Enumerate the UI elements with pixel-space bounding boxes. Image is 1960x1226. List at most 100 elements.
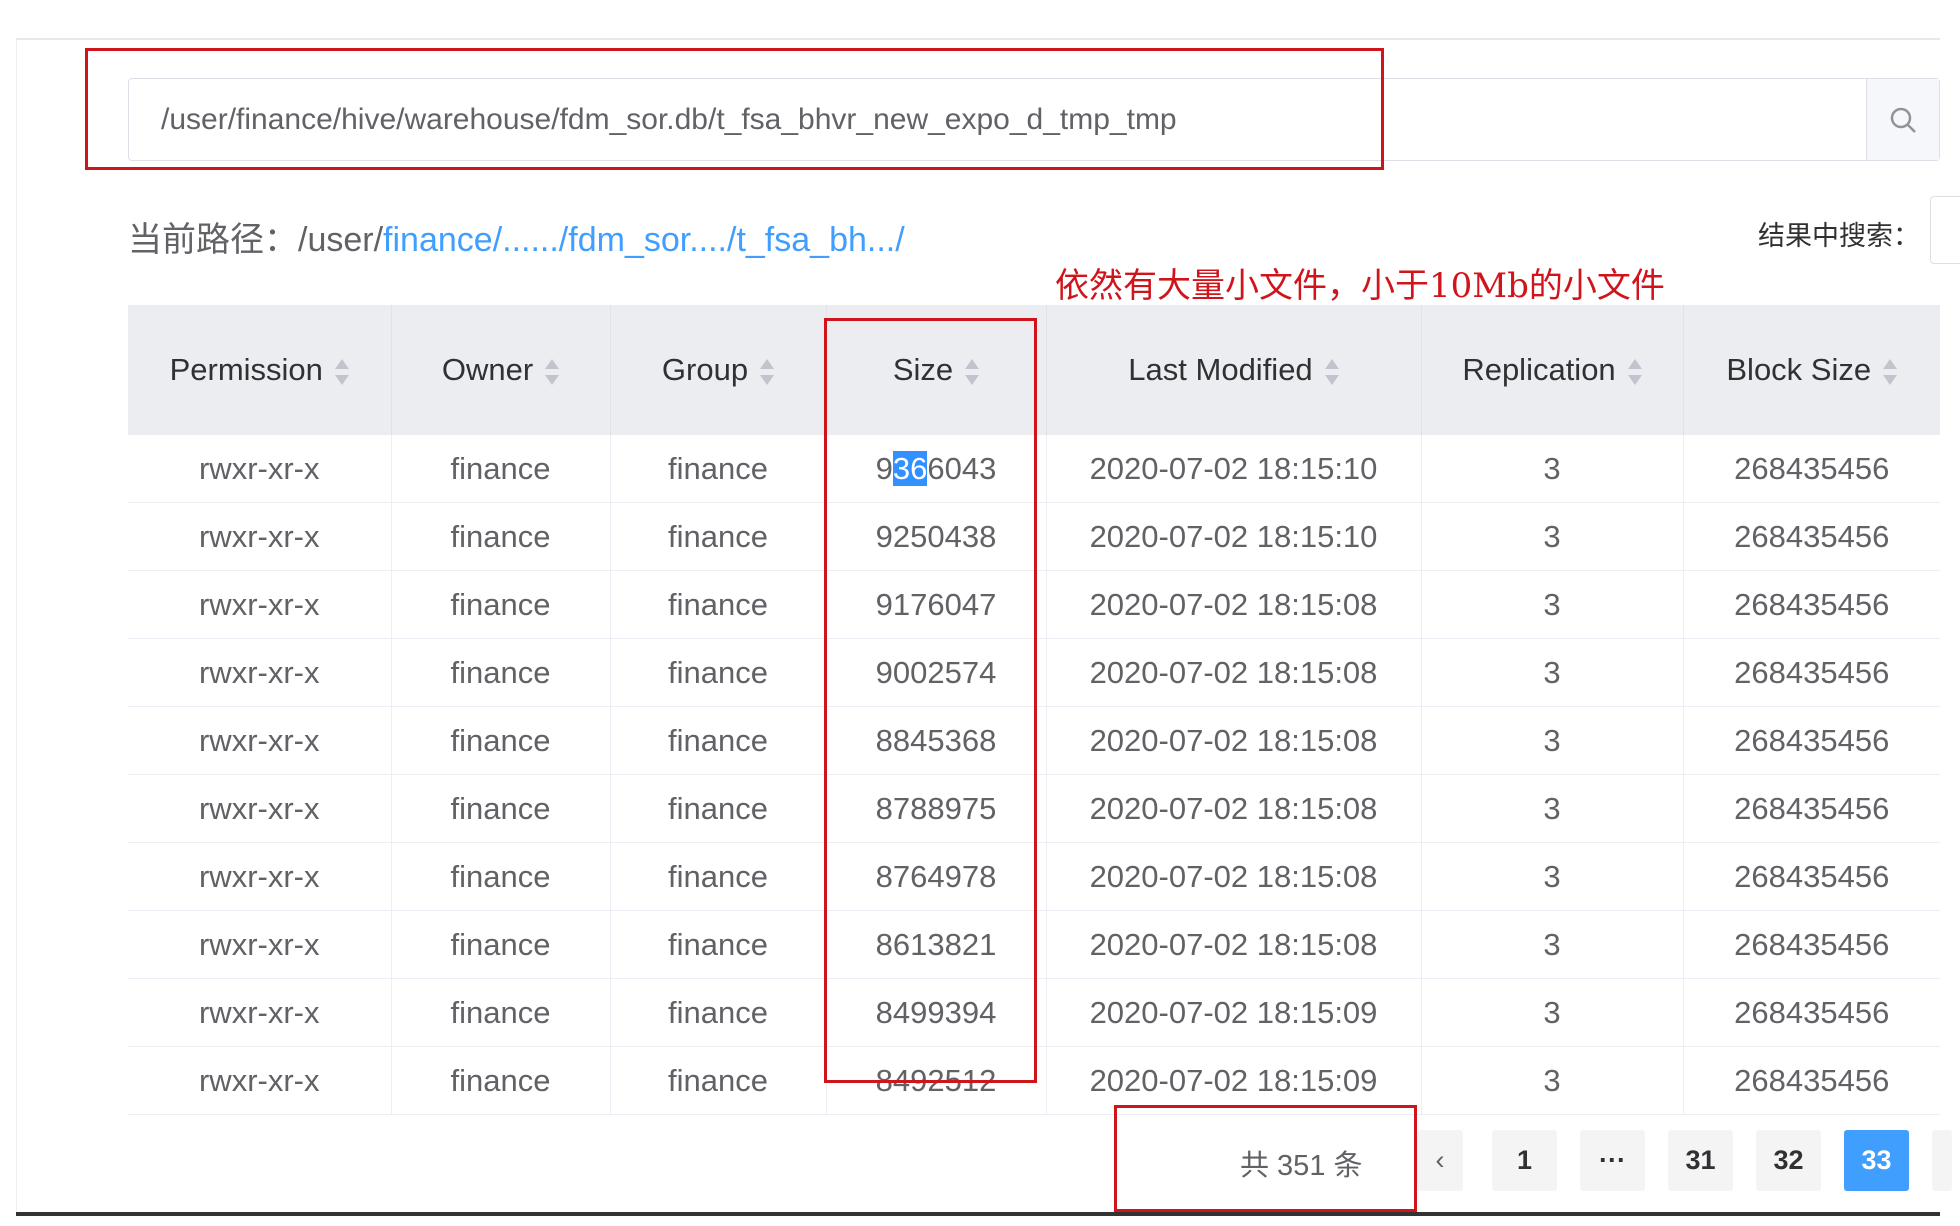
cell-last-modified: 2020-07-02 18:15:08	[1046, 570, 1422, 639]
page-button-31[interactable]: 31	[1668, 1130, 1733, 1191]
annotation-box-size	[824, 318, 1037, 1083]
cell-block-size: 268435456	[1683, 978, 1940, 1047]
annotation-note: 依然有大量小文件，小于10Mb的小文件	[1055, 266, 1665, 306]
sort-icon[interactable]	[1883, 357, 1898, 387]
next-page-button[interactable]	[1932, 1130, 1952, 1191]
cell-block-size: 268435456	[1683, 910, 1940, 979]
cell-replication: 3	[1421, 1046, 1684, 1115]
cell-owner: finance	[391, 502, 611, 571]
cell-permission: rwxr-xr-x	[128, 1046, 392, 1115]
cell-owner: finance	[391, 842, 611, 911]
breadcrumb-label: 当前路径：	[128, 221, 298, 259]
filter-label: 结果中搜索：	[1758, 221, 1920, 251]
cell-group: finance	[610, 978, 827, 1047]
breadcrumb-ellipsis[interactable]: /....../	[493, 221, 569, 259]
cell-last-modified: 2020-07-02 18:15:08	[1046, 842, 1422, 911]
cell-owner: finance	[391, 978, 611, 1047]
annotation-box-total	[1114, 1105, 1417, 1212]
bottom-divider	[16, 1212, 1940, 1216]
cell-owner: finance	[391, 638, 611, 707]
column-label: Permission	[169, 352, 323, 387]
cell-last-modified: 2020-07-02 18:15:08	[1046, 910, 1422, 979]
page-button-1[interactable]: 1	[1492, 1130, 1557, 1191]
cell-group: finance	[610, 638, 827, 707]
cell-owner: finance	[391, 774, 611, 843]
cell-last-modified: 2020-07-02 18:15:10	[1046, 435, 1422, 503]
search-button[interactable]	[1866, 79, 1939, 160]
cell-group: finance	[610, 774, 827, 843]
sort-icon[interactable]	[545, 357, 560, 387]
column-label: Replication	[1462, 352, 1616, 387]
cell-last-modified: 2020-07-02 18:15:09	[1046, 978, 1422, 1047]
breadcrumb-finance[interactable]: finance	[383, 221, 493, 259]
cell-replication: 3	[1421, 435, 1684, 503]
cell-replication: 3	[1421, 978, 1684, 1047]
top-divider	[16, 38, 1940, 40]
cell-permission: rwxr-xr-x	[128, 706, 392, 775]
column-header-last-modified[interactable]: Last Modified	[1046, 305, 1422, 435]
cell-replication: 3	[1421, 910, 1684, 979]
left-divider	[16, 38, 17, 1215]
breadcrumb-root: /user/	[298, 221, 384, 259]
cell-last-modified: 2020-07-02 18:15:10	[1046, 502, 1422, 571]
cell-replication: 3	[1421, 706, 1684, 775]
column-header-permission[interactable]: Permission	[128, 305, 392, 435]
column-label: Group	[661, 352, 749, 387]
cell-permission: rwxr-xr-x	[128, 774, 392, 843]
column-label: Owner	[441, 352, 534, 387]
column-header-owner[interactable]: Owner	[391, 305, 611, 435]
cell-group: finance	[610, 842, 827, 911]
cell-last-modified: 2020-07-02 18:15:08	[1046, 774, 1422, 843]
cell-owner: finance	[391, 435, 611, 503]
prev-page-button[interactable]: ‹	[1417, 1130, 1463, 1191]
cell-block-size: 268435456	[1683, 502, 1940, 571]
cell-block-size: 268435456	[1683, 842, 1940, 911]
cell-permission: rwxr-xr-x	[128, 910, 392, 979]
column-label: Block Size	[1726, 352, 1872, 387]
cell-replication: 3	[1421, 638, 1684, 707]
sort-icon[interactable]	[760, 357, 775, 387]
filter-input[interactable]	[1930, 196, 1960, 264]
sort-icon[interactable]	[1627, 357, 1642, 387]
cell-group: finance	[610, 910, 827, 979]
annotation-box-path	[85, 48, 1384, 170]
page-ellipsis-button[interactable]: ···	[1580, 1130, 1645, 1191]
cell-permission: rwxr-xr-x	[128, 435, 392, 503]
cell-permission: rwxr-xr-x	[128, 842, 392, 911]
column-header-block-size[interactable]: Block Size	[1683, 305, 1940, 435]
cell-replication: 3	[1421, 502, 1684, 571]
cell-replication: 3	[1421, 842, 1684, 911]
cell-owner: finance	[391, 706, 611, 775]
cell-permission: rwxr-xr-x	[128, 502, 392, 571]
cell-block-size: 268435456	[1683, 435, 1940, 503]
cell-last-modified: 2020-07-02 18:15:08	[1046, 706, 1422, 775]
cell-block-size: 268435456	[1683, 774, 1940, 843]
breadcrumb-fdm-sor[interactable]: fdm_sor..../	[568, 221, 736, 259]
page-button-32[interactable]: 32	[1756, 1130, 1821, 1191]
cell-group: finance	[610, 706, 827, 775]
cell-permission: rwxr-xr-x	[128, 570, 392, 639]
cell-block-size: 268435456	[1683, 570, 1940, 639]
sort-icon[interactable]	[1324, 357, 1339, 387]
breadcrumb-table[interactable]: t_fsa_bh.../	[736, 221, 904, 259]
cell-replication: 3	[1421, 570, 1684, 639]
cell-replication: 3	[1421, 774, 1684, 843]
cell-owner: finance	[391, 910, 611, 979]
column-header-group[interactable]: Group	[610, 305, 827, 435]
column-header-replication[interactable]: Replication	[1421, 305, 1684, 435]
column-label: Last Modified	[1128, 352, 1313, 387]
search-icon	[1890, 107, 1916, 133]
cell-permission: rwxr-xr-x	[128, 638, 392, 707]
cell-group: finance	[610, 570, 827, 639]
page-button-33[interactable]: 33	[1844, 1130, 1909, 1191]
cell-group: finance	[610, 1046, 827, 1115]
cell-group: finance	[610, 502, 827, 571]
cell-block-size: 268435456	[1683, 638, 1940, 707]
cell-group: finance	[610, 435, 827, 503]
cell-block-size: 268435456	[1683, 1046, 1940, 1115]
cell-block-size: 268435456	[1683, 706, 1940, 775]
breadcrumb: 当前路径：/user/finance/....../fdm_sor..../t_…	[128, 212, 905, 261]
cell-permission: rwxr-xr-x	[128, 978, 392, 1047]
sort-icon[interactable]	[334, 357, 349, 387]
cell-owner: finance	[391, 570, 611, 639]
